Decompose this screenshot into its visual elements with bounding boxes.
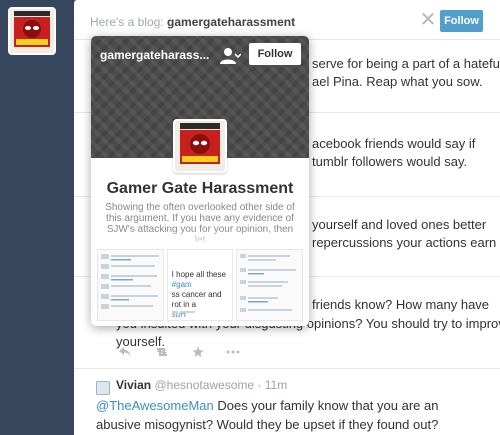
post-text: acebook friends would say if [312,136,476,151]
post-thumbnail[interactable]: I hope all these #gam ss cancer and rot … [166,249,234,321]
popup-follow-button[interactable]: Follow [249,43,301,65]
more-icon[interactable] [226,346,240,358]
post-text: yourself and loved ones better [312,217,487,232]
close-icon[interactable]: ✕ [418,10,438,30]
screenshot-thumbnail [98,250,163,320]
tweet-actions [118,346,240,358]
follow-button[interactable]: Follow [440,10,483,32]
blog-name[interactable]: gamergateharassment [167,15,295,29]
user-options-icon[interactable] [219,45,241,67]
post-text: repercussions your actions earn [312,235,497,250]
post-thumbnail[interactable] [97,249,164,321]
screenshot-thumbnail [237,250,303,320]
mention-link[interactable]: @TheAwesomeMan [96,398,214,413]
post-text: friends know? How many have [312,297,490,312]
popup-title: Gamer Gate Harassment [106,180,294,197]
divider [74,368,500,369]
blog-preview-popup: gamergateharass... Follow Gamer Gate Har… [91,36,309,326]
card-header: Here's a blog: gamergateharassment ✕ Fol… [74,0,500,40]
blog-intro: Here's a blog: gamergateharassment [90,15,296,29]
tweet-text: @TheAwesomeMan Does your family know tha… [96,398,439,432]
post-thumbnail[interactable] [236,249,304,321]
reply-icon[interactable] [118,346,132,358]
avatar[interactable] [96,381,110,395]
blog-avatar[interactable] [8,7,56,55]
post-text: ael Pina. Reap what you sow. [312,74,483,89]
fade-overlay [91,230,309,246]
thumbnail-actions [171,311,195,314]
deadpool-avatar-image [175,121,225,171]
popup-avatar[interactable] [173,119,227,173]
recent-posts: I hope all these #gam ss cancer and rot … [97,249,304,321]
popup-blog-name[interactable]: gamergateharass... [100,48,209,62]
tweet-author[interactable]: Vivian @hesnotawesome · 11m [116,378,287,392]
deadpool-avatar-image [10,9,54,53]
post-text: tumblr followers would say. [312,154,468,169]
post-text: serve for being a part of a hateful [312,56,500,71]
retweet-icon[interactable] [154,346,170,358]
favorite-icon[interactable] [192,346,204,358]
